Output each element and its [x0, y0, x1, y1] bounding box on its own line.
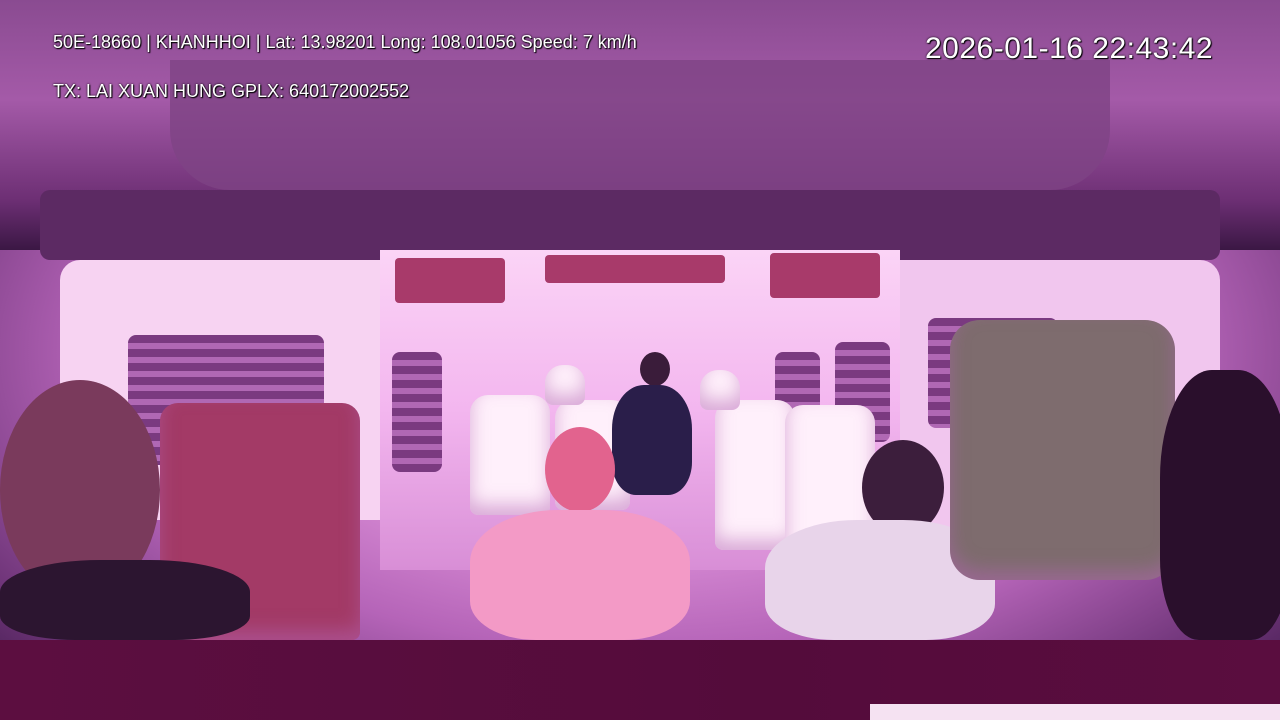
center-passenger-head — [545, 427, 615, 512]
center-passenger — [470, 510, 690, 640]
front-passenger-seat — [950, 320, 1175, 580]
timestamp-overlay: 2026-01-16 22:43:42 — [925, 32, 1214, 65]
passenger-seat — [715, 400, 795, 550]
left-ceiling-vent — [395, 258, 505, 303]
right-edge-passenger — [1160, 370, 1280, 640]
driver-body — [0, 560, 250, 640]
vehicle-info-overlay: 50E-18660 | KHANHHOI | Lat: 13.98201 Lon… — [53, 32, 637, 52]
rear-passenger — [612, 385, 692, 495]
driver-info-overlay: TX: LAI XUAN HUNG GPLX: 640172002552 — [53, 81, 410, 101]
left-rear-window — [392, 352, 442, 472]
rear-seat — [545, 365, 585, 405]
bottom-right-artifact — [870, 704, 1280, 720]
right-ceiling-vent — [770, 253, 880, 298]
center-ceiling-vent — [545, 255, 725, 283]
rear-seat — [700, 370, 740, 410]
passenger-seat — [470, 395, 550, 515]
ceiling-panel — [170, 60, 1110, 190]
rear-passenger-head — [640, 352, 670, 386]
